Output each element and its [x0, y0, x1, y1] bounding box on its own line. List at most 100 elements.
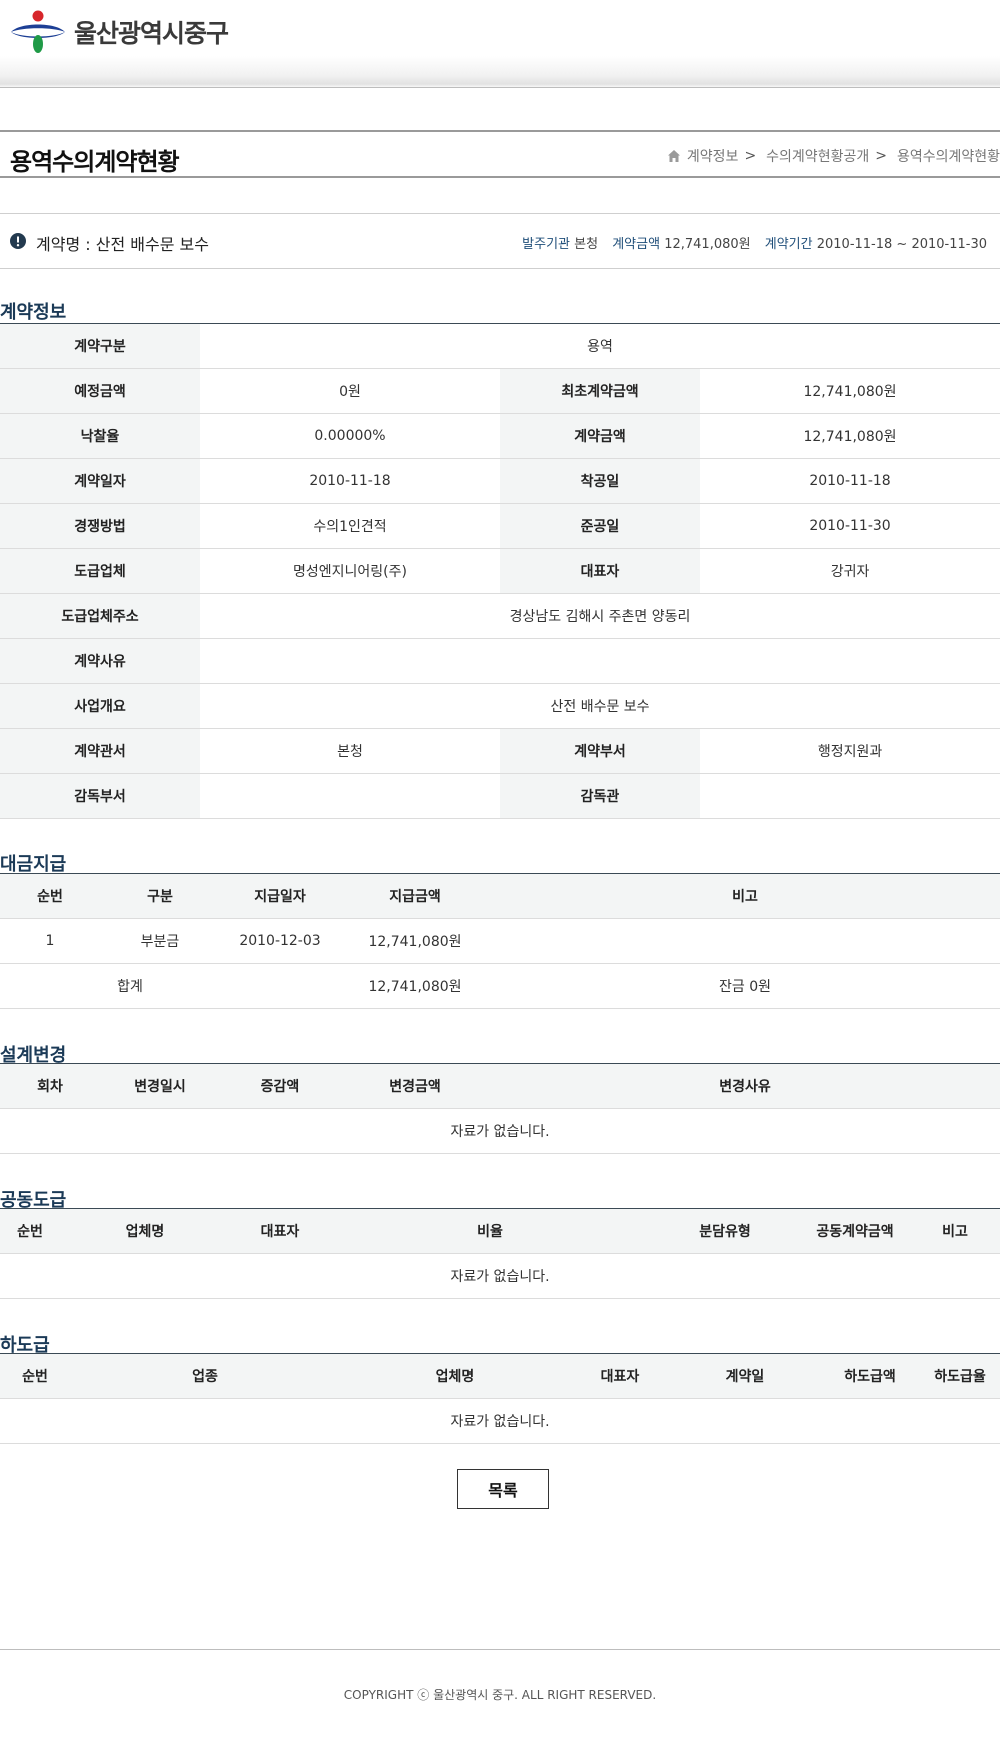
- empty-message: 자료가 없습니다.: [0, 1398, 1000, 1444]
- home-icon[interactable]: [667, 149, 681, 163]
- row-label: 계약사유: [0, 638, 200, 684]
- row-label: 준공일: [500, 503, 700, 549]
- table-row: 낙찰율 0.00000% 계약금액 12,741,080원: [0, 413, 1000, 459]
- joint-table: 순번 업체명 대표자 비율 분담유형 공동계약금액 비고 자료가 없습니다.: [0, 1208, 1000, 1299]
- period-value: 2010-11-18 ~ 2010-11-30: [816, 237, 987, 252]
- empty-message: 자료가 없습니다.: [0, 1253, 1000, 1299]
- row-value: 경상남도 김해시 주촌면 양동리: [200, 593, 1000, 639]
- column-header: 구분: [100, 873, 220, 919]
- table-row: 도급업체 명성엔지니어링(주) 대표자 강귀자: [0, 548, 1000, 594]
- empty-message: 자료가 없습니다.: [0, 1108, 1000, 1154]
- row-label: 최초계약금액: [500, 368, 700, 414]
- column-header: 비고: [910, 1208, 1000, 1254]
- table-row: 경쟁방법 수의1인견적 준공일 2010-11-30: [0, 503, 1000, 549]
- row-value: 강귀자: [700, 548, 1000, 594]
- row-value: 12,741,080원: [700, 413, 1000, 459]
- table-cell: 1: [0, 918, 100, 964]
- row-value: 2010-11-30: [700, 503, 1000, 549]
- row-value: [200, 638, 1000, 684]
- org-label: 발주기관: [522, 237, 571, 252]
- column-header: 비율: [330, 1208, 650, 1254]
- logo-text: 울산광역시중구: [74, 19, 229, 48]
- row-value: 용역: [200, 323, 1000, 369]
- row-label: 도급업체주소: [0, 593, 200, 639]
- column-header: 공동계약금액: [800, 1208, 910, 1254]
- row-value: 2010-11-18: [700, 458, 1000, 504]
- design-change-table: 회차 변경일시 증감액 변경금액 변경사유 자료가 없습니다.: [0, 1063, 1000, 1154]
- row-label: 예정금액: [0, 368, 200, 414]
- row-value: 행정지원과: [700, 728, 1000, 774]
- table-row: 자료가 없습니다.: [0, 1253, 1000, 1299]
- total-amount: 12,741,080원: [340, 963, 490, 1009]
- table-header-row: 순번 업체명 대표자 비율 분담유형 공동계약금액 비고: [0, 1208, 1000, 1254]
- row-label: 대표자: [500, 548, 700, 594]
- breadcrumb-item-contract-info[interactable]: 계약정보: [687, 146, 739, 166]
- breadcrumb-item-service-contract[interactable]: 용역수의계약현황: [897, 146, 1000, 166]
- column-header: 지급일자: [220, 873, 340, 919]
- site-header: 울산광역시중구: [0, 0, 1000, 88]
- row-label: 계약금액: [500, 413, 700, 459]
- row-label: 계약부서: [500, 728, 700, 774]
- row-value: 본청: [200, 728, 500, 774]
- contract-meta: 발주기관 본청 계약금액 12,741,080원 계약기간 2010-11-18…: [522, 233, 987, 252]
- contract-info-table: 계약구분 용역 예정금액 0원 최초계약금액 12,741,080원 낙찰율 0…: [0, 323, 1000, 819]
- column-header: 변경사유: [490, 1063, 1000, 1109]
- column-header: 비고: [490, 873, 1000, 919]
- row-label: 감독관: [500, 773, 700, 819]
- column-header: 순번: [0, 1353, 70, 1399]
- row-value: 2010-11-18: [200, 458, 500, 504]
- row-label: 사업개요: [0, 683, 200, 729]
- row-label: 착공일: [500, 458, 700, 504]
- row-value: 명성엔지니어링(주): [200, 548, 500, 594]
- column-header: 하도급율: [920, 1353, 1000, 1399]
- table-row: 계약일자 2010-11-18 착공일 2010-11-18: [0, 458, 1000, 504]
- list-button[interactable]: 목록: [457, 1469, 549, 1509]
- column-header: 계약일: [670, 1353, 820, 1399]
- column-header: 변경일시: [100, 1063, 220, 1109]
- column-header: 업종: [70, 1353, 340, 1399]
- contract-summary: 계약명 : 산전 배수문 보수 발주기관 본청 계약금액 12,741,080원…: [0, 213, 1000, 269]
- subcontract-table: 순번 업종 업체명 대표자 계약일 하도급액 하도급율 자료가 없습니다.: [0, 1353, 1000, 1444]
- table-row: 자료가 없습니다.: [0, 1108, 1000, 1154]
- row-label: 경쟁방법: [0, 503, 200, 549]
- table-cell: 12,741,080원: [340, 918, 490, 964]
- table-header-row: 회차 변경일시 증감액 변경금액 변경사유: [0, 1063, 1000, 1109]
- site-logo[interactable]: 울산광역시중구: [10, 10, 229, 54]
- table-row: 계약사유: [0, 638, 1000, 684]
- table-row: 자료가 없습니다.: [0, 1398, 1000, 1444]
- org-value: 본청: [574, 237, 599, 252]
- table-total-row: 합계 12,741,080원 잔금 0원: [0, 963, 1000, 1009]
- row-value: 0.00000%: [200, 413, 500, 459]
- section-title-contract-info: 계약정보: [0, 302, 67, 323]
- column-header: 업체명: [60, 1208, 230, 1254]
- row-label: 계약일자: [0, 458, 200, 504]
- table-row: 1 부분금 2010-12-03 12,741,080원: [0, 918, 1000, 964]
- period-label: 계약기간: [764, 237, 813, 252]
- table-header-row: 순번 구분 지급일자 지급금액 비고: [0, 873, 1000, 919]
- row-label: 도급업체: [0, 548, 200, 594]
- table-cell: 부분금: [100, 918, 220, 964]
- breadcrumb-separator: >: [744, 148, 757, 164]
- table-cell: [490, 918, 1000, 964]
- row-label: 계약관서: [0, 728, 200, 774]
- payment-table: 순번 구분 지급일자 지급금액 비고 1 부분금 2010-12-03 12,7…: [0, 873, 1000, 1009]
- breadcrumb-item-private-contract[interactable]: 수의계약현황공개: [766, 146, 869, 166]
- amount-value: 12,741,080원: [664, 237, 751, 252]
- breadcrumb: 계약정보 > 수의계약현황공개 > 용역수의계약현황: [667, 146, 1000, 166]
- table-row: 예정금액 0원 최초계약금액 12,741,080원: [0, 368, 1000, 414]
- column-header: 증감액: [220, 1063, 340, 1109]
- column-header: 순번: [0, 1208, 60, 1254]
- table-row: 도급업체주소 경상남도 김해시 주촌면 양동리: [0, 593, 1000, 639]
- column-header: 변경금액: [340, 1063, 490, 1109]
- column-header: 대표자: [570, 1353, 670, 1399]
- row-value: [700, 773, 1000, 819]
- row-value: 0원: [200, 368, 500, 414]
- table-header-row: 순번 업종 업체명 대표자 계약일 하도급액 하도급율: [0, 1353, 1000, 1399]
- table-row: 사업개요 산전 배수문 보수: [0, 683, 1000, 729]
- amount-label: 계약금액: [612, 237, 661, 252]
- row-label: 감독부서: [0, 773, 200, 819]
- row-label: 낙찰율: [0, 413, 200, 459]
- site-footer: COPYRIGHT ⓒ 울산광역시 중구. ALL RIGHT RESERVED…: [0, 1649, 1000, 1750]
- table-cell: 2010-12-03: [220, 918, 340, 964]
- row-value: 12,741,080원: [700, 368, 1000, 414]
